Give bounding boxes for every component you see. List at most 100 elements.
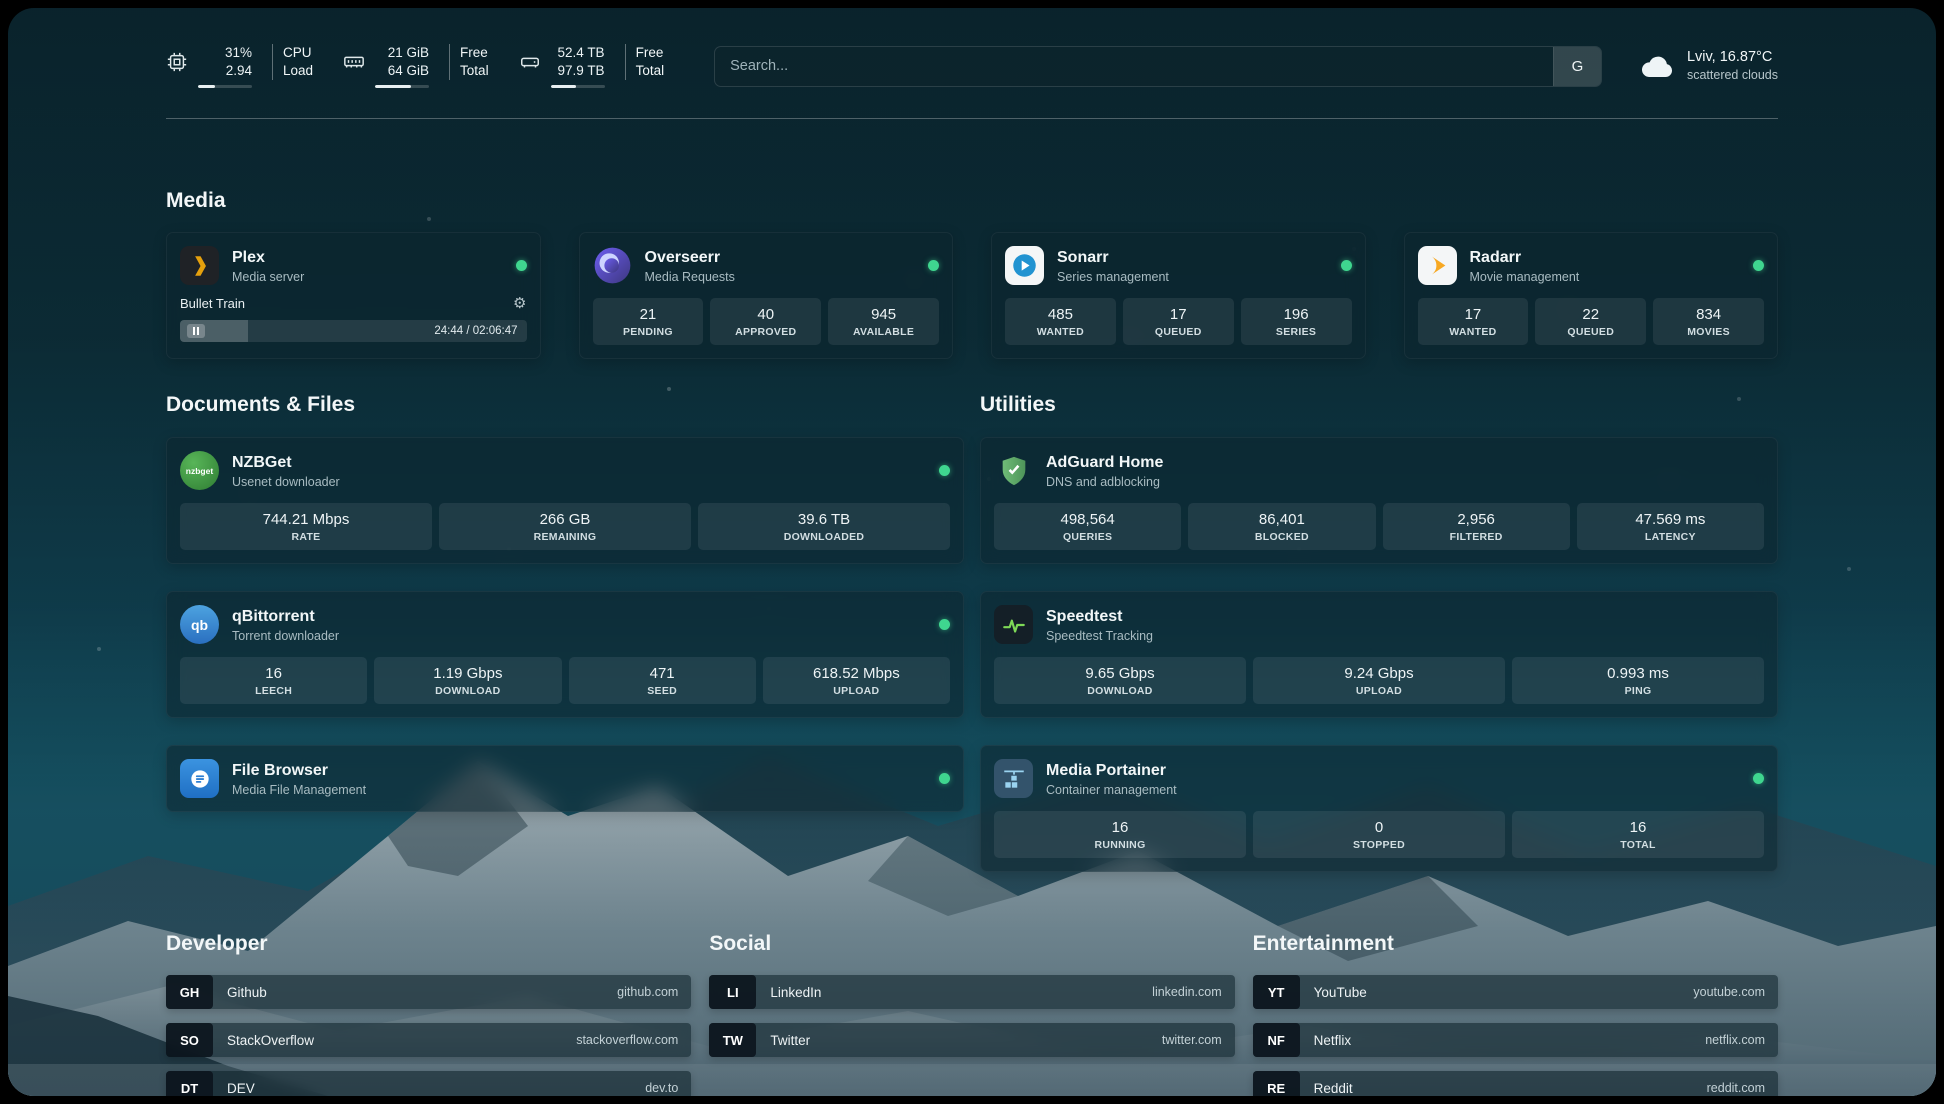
section-title-developer: Developer (166, 932, 691, 956)
gear-icon[interactable] (513, 296, 526, 311)
dashboard-screen: 31% 2.94 CPU Load 21 GiB (8, 8, 1936, 1096)
app-subtitle: Movie management (1470, 270, 1580, 284)
link-twitter[interactable]: TW Twitter twitter.com (709, 1023, 1234, 1057)
speedtest-icon (994, 605, 1033, 644)
portainer-icon (994, 759, 1033, 798)
stat-upload: 9.24 Gbps UPLOAD (1253, 657, 1505, 704)
app-name: Media Portainer (1046, 761, 1177, 781)
adguard-icon (994, 451, 1033, 490)
link-netflix[interactable]: NF Netflix netflix.com (1253, 1023, 1778, 1057)
qbittorrent-card[interactable]: qb qBittorrent Torrent downloader 16 LEE… (166, 591, 964, 718)
section-title-media: Media (166, 189, 1778, 213)
cpu-icon (166, 51, 188, 73)
status-dot (939, 773, 950, 784)
filebrowser-card[interactable]: File Browser Media File Management (166, 745, 964, 812)
topbar-divider (166, 118, 1778, 119)
radarr-icon (1418, 246, 1457, 285)
status-dot (1753, 260, 1764, 271)
cpu-usage-bar (198, 85, 252, 88)
dev-abbr-icon: DT (166, 1071, 213, 1096)
link-github[interactable]: GH Github github.com (166, 975, 691, 1009)
stat-pending: 21 PENDING (593, 298, 704, 345)
pause-icon[interactable] (187, 324, 205, 338)
app-name: File Browser (232, 761, 366, 781)
disk-icon (519, 51, 541, 73)
stat-wanted: 17 WANTED (1418, 298, 1529, 345)
portainer-card[interactable]: Media Portainer Container management 16 … (980, 745, 1778, 872)
radarr-card[interactable]: Radarr Movie management 17 WANTED 22 QUE… (1404, 232, 1779, 359)
app-subtitle: Media server (232, 270, 304, 284)
link-youtube[interactable]: YT YouTube youtube.com (1253, 975, 1778, 1009)
speedtest-card[interactable]: Speedtest Speedtest Tracking 9.65 Gbps D… (980, 591, 1778, 718)
cpu-label: CPU (283, 44, 313, 62)
search-provider-button[interactable]: G (1553, 47, 1601, 86)
link-name: Twitter (770, 1033, 810, 1048)
status-dot (928, 260, 939, 271)
stat-ping: 0.993 ms PING (1512, 657, 1764, 704)
stat-leech: 16 LEECH (180, 657, 367, 704)
app-subtitle: Usenet downloader (232, 475, 340, 489)
link-stackoverflow[interactable]: SO StackOverflow stackoverflow.com (166, 1023, 691, 1057)
stat-running: 16 RUNNING (994, 811, 1246, 858)
overseerr-card[interactable]: Overseerr Media Requests 21 PENDING 40 A… (579, 232, 954, 359)
link-name: Reddit (1314, 1081, 1353, 1096)
search-bar: G (714, 46, 1602, 87)
adguard-card[interactable]: AdGuard Home DNS and adblocking 498,564 … (980, 437, 1778, 564)
nzbget-icon: nzbget (180, 451, 219, 490)
link-name: LinkedIn (770, 985, 821, 1000)
disk-total-value: 97.9 TB (551, 62, 605, 80)
section-title-social: Social (709, 932, 1234, 956)
app-subtitle: Media File Management (232, 783, 366, 797)
link-name: StackOverflow (227, 1033, 314, 1048)
stat-series: 196 SERIES (1241, 298, 1352, 345)
filebrowser-icon (180, 759, 219, 798)
plex-card[interactable]: Plex Media server Bullet Train 24:44 / 0… (166, 232, 541, 359)
status-dot (516, 260, 527, 271)
overseerr-icon (593, 246, 632, 285)
link-url: twitter.com (1162, 1033, 1222, 1047)
stat-latency: 47.569 ms LATENCY (1577, 503, 1764, 550)
app-subtitle: Speedtest Tracking (1046, 629, 1153, 643)
playback-time: 24:44 / 02:06:47 (434, 325, 517, 337)
weather-widget[interactable]: Lviv, 16.87°C scattered clouds (1640, 48, 1778, 84)
link-url: youtube.com (1693, 985, 1765, 999)
app-subtitle: Media Requests (645, 270, 735, 284)
link-linkedin[interactable]: LI LinkedIn linkedin.com (709, 975, 1234, 1009)
link-reddit[interactable]: RE Reddit reddit.com (1253, 1071, 1778, 1096)
link-url: netflix.com (1705, 1033, 1765, 1047)
stat-movies: 834 MOVIES (1653, 298, 1764, 345)
nzbget-card[interactable]: nzbget NZBGet Usenet downloader 744.21 M… (166, 437, 964, 564)
search-input[interactable] (715, 58, 1553, 74)
link-url: stackoverflow.com (576, 1033, 678, 1047)
cpu-usage-fill (198, 85, 215, 88)
ram-free-value: 21 GiB (375, 44, 429, 62)
ram-usage-bar (375, 85, 429, 88)
netflix-abbr-icon: NF (1253, 1023, 1300, 1057)
youtube-abbr-icon: YT (1253, 975, 1300, 1009)
ram-icon (343, 51, 365, 73)
cpu-widget: 31% 2.94 CPU Load (166, 44, 313, 88)
stat-queued: 22 QUEUED (1535, 298, 1646, 345)
disk-total-label: Total (636, 62, 665, 80)
twitter-abbr-icon: TW (709, 1023, 756, 1057)
stat-remaining: 266 GB REMAINING (439, 503, 691, 550)
memory-widget: 21 GiB 64 GiB Free Total (343, 44, 489, 88)
sonarr-card[interactable]: Sonarr Series management 485 WANTED 17 Q… (991, 232, 1366, 359)
link-name: DEV (227, 1081, 255, 1096)
link-dev[interactable]: DT DEV dev.to (166, 1071, 691, 1096)
app-subtitle: Series management (1057, 270, 1169, 284)
developer-links-column: Developer GH Github github.com SO StackO… (166, 932, 691, 1096)
stat-blocked: 86,401 BLOCKED (1188, 503, 1375, 550)
stat-stopped: 0 STOPPED (1253, 811, 1505, 858)
playback-progress-bar[interactable]: 24:44 / 02:06:47 (180, 320, 527, 342)
app-subtitle: DNS and adblocking (1046, 475, 1163, 489)
ram-total-value: 64 GiB (375, 62, 429, 80)
entertainment-links-column: Entertainment YT YouTube youtube.com NF … (1253, 932, 1778, 1096)
stat-wanted: 485 WANTED (1005, 298, 1116, 345)
section-title-documents: Documents & Files (166, 393, 964, 417)
app-name: NZBGet (232, 453, 340, 473)
stat-queries: 498,564 QUERIES (994, 503, 1181, 550)
app-name: AdGuard Home (1046, 453, 1163, 473)
cpu-percent: 31% (198, 44, 252, 62)
stat-filtered: 2,956 FILTERED (1383, 503, 1570, 550)
